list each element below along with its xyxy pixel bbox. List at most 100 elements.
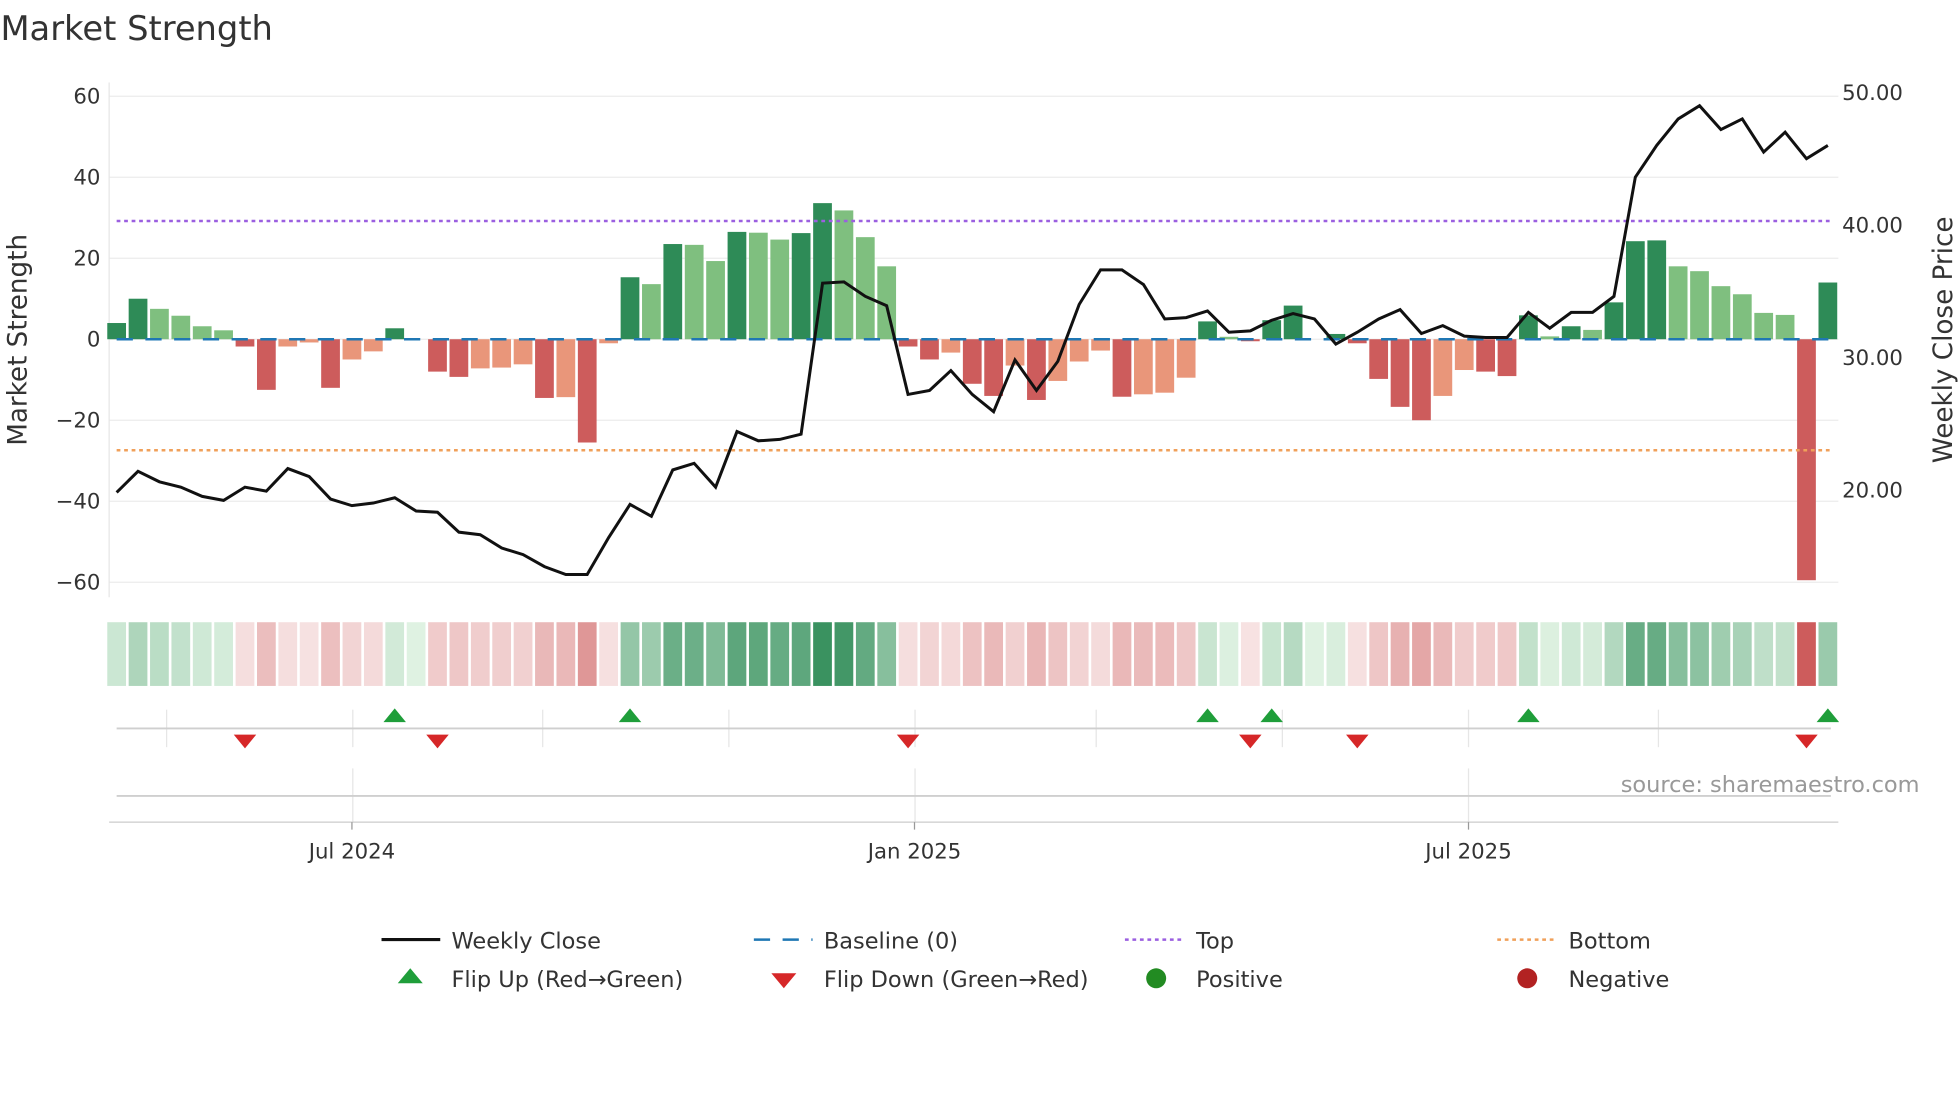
y-tick-label: 40 [73, 166, 100, 191]
heat-cell [1625, 622, 1645, 686]
heat-cell [470, 622, 490, 686]
flip-up-marker [383, 708, 406, 723]
heat-cell [535, 622, 554, 686]
y-tick-label: 0 [87, 328, 101, 353]
flip-up-icon [397, 968, 423, 984]
negative-dot-icon [1517, 968, 1538, 989]
y-axis-ticks: 60 40 20 0 −20 −40 −60 [56, 85, 101, 596]
x-tick-label: Jul 2025 [1423, 839, 1511, 864]
heat-cell [1219, 622, 1239, 686]
x-axis: Jul 2024 Jan 2025 Jul 2025 [109, 821, 1839, 864]
flip-down-marker [426, 734, 449, 749]
heat-cell [1711, 622, 1731, 686]
heat-cell [1540, 622, 1560, 686]
legend-item-bottom: Bottom [1497, 928, 1651, 954]
heat-cell [257, 622, 276, 686]
strength-bar [577, 339, 597, 443]
strength-bar [1454, 339, 1474, 371]
strength-bar [1069, 339, 1089, 362]
heat-cell [984, 622, 1004, 686]
flip-down-marker [896, 734, 920, 749]
legend-item-flip-up: Flip Up (Red→Green) [397, 967, 683, 993]
heat-cell [1583, 622, 1602, 686]
y-axis-title: Market Strength [4, 234, 34, 446]
heat-cell [941, 622, 961, 686]
heat-cell [1412, 622, 1431, 686]
heat-cell [385, 622, 405, 686]
flip-down-marker [1239, 734, 1262, 749]
strength-bar [492, 339, 512, 368]
heat-cell [920, 622, 939, 686]
flip-up-marker [618, 708, 642, 723]
strength-bar [513, 339, 533, 365]
heat-cell [1497, 622, 1517, 686]
heat-cell [1775, 622, 1795, 686]
strength-bar [663, 244, 683, 340]
strength-bar [1091, 339, 1110, 351]
strength-bar [984, 339, 1004, 396]
heat-cell [599, 622, 618, 686]
heat-cell [834, 622, 854, 686]
legend-item-flip-down: Flip Down (Green→Red) [771, 967, 1089, 993]
strength-bar [1668, 266, 1688, 340]
heat-cell [1326, 622, 1346, 686]
strength-bar [1711, 286, 1731, 340]
x-tick-label: Jul 2024 [307, 839, 395, 864]
heat-cell [1476, 622, 1495, 686]
strength-bar [1561, 326, 1581, 340]
strength-bar [1625, 241, 1645, 340]
legend-label: Weekly Close [451, 928, 600, 954]
heat-cell [642, 622, 661, 686]
strength-bars [107, 203, 1838, 581]
heat-cell [1069, 622, 1089, 686]
heat-cell [1027, 622, 1046, 686]
strength-bar [1433, 339, 1453, 396]
strength-bar [1583, 329, 1602, 340]
flip-up-marker [1260, 708, 1283, 723]
heat-cell [898, 622, 918, 686]
strength-bar [684, 244, 704, 340]
legend-item-top: Top [1124, 928, 1234, 954]
legend-label: Negative [1568, 967, 1669, 993]
strength-bar [257, 339, 276, 390]
positive-dot-icon [1146, 968, 1167, 989]
strength-bar [920, 339, 939, 360]
heat-cell [706, 622, 725, 686]
flip-down-marker [233, 734, 257, 749]
strength-bar [556, 339, 576, 398]
flip-up-marker [1196, 708, 1219, 723]
strength-bar [1176, 339, 1196, 378]
heat-cell [1134, 622, 1153, 686]
legend-label: Flip Up (Red→Green) [451, 967, 683, 993]
y-tick-label: −60 [56, 571, 101, 596]
strength-bar [321, 339, 340, 388]
heat-cell [1732, 622, 1752, 686]
heat-cell [1647, 622, 1667, 686]
chart-title: Market Strength [0, 9, 272, 48]
heat-cell [1519, 622, 1538, 686]
heat-cell [1005, 622, 1025, 686]
strength-bar [171, 315, 191, 340]
heat-cell [577, 622, 597, 686]
heat-cell [962, 622, 982, 686]
heat-cell [1668, 622, 1688, 686]
flip-up-marker [1517, 708, 1540, 723]
heat-cell [428, 622, 447, 686]
legend-item-positive: Positive [1146, 967, 1283, 993]
heat-cell [150, 622, 169, 686]
y2-tick-label: 30.00 [1842, 346, 1903, 371]
heat-cell [1390, 622, 1410, 686]
strength-bar [342, 339, 362, 360]
strength-bar [1198, 321, 1217, 340]
strength-heat-strip [107, 622, 1838, 686]
strength-bar [1497, 339, 1517, 377]
strength-bar [1112, 339, 1132, 397]
heat-cell [1198, 622, 1217, 686]
strength-bar [192, 326, 212, 340]
strength-bar [535, 339, 554, 398]
y-tick-label: −20 [56, 409, 101, 434]
strength-bar [150, 308, 169, 340]
heat-cell [192, 622, 212, 686]
flip-markers-panel [116, 708, 1840, 823]
y2-tick-label: 40.00 [1842, 213, 1903, 238]
